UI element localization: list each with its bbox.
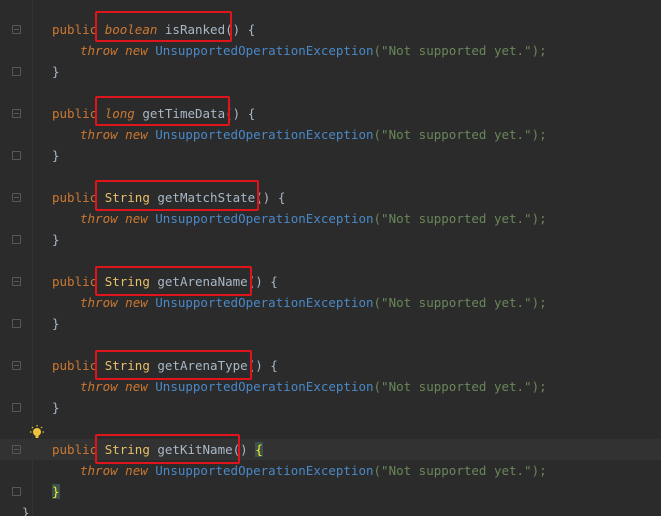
close-brace: } [52, 484, 60, 499]
method-parens: () [232, 442, 248, 457]
exception-class: UnsupportedOperationException [155, 127, 374, 142]
throw-keyword: throw [80, 43, 118, 58]
modifier-keyword: public [52, 22, 98, 37]
exception-message: ("Not supported yet."); [373, 295, 547, 310]
modifier-keyword: public [52, 358, 98, 373]
open-brace: { [247, 22, 256, 37]
method-name: getTimeData [142, 106, 226, 121]
fold-marker-icon[interactable] [12, 193, 21, 202]
return-type: long [104, 106, 135, 121]
exception-message: ("Not supported yet."); [373, 43, 547, 58]
return-type: String [104, 274, 150, 289]
fold-marker-icon[interactable] [12, 445, 21, 454]
method-body-line[interactable]: throw new UnsupportedOperationException(… [80, 376, 547, 397]
fold-marker-icon[interactable] [12, 235, 21, 244]
exception-class: UnsupportedOperationException [155, 211, 374, 226]
modifier-keyword: public [52, 190, 98, 205]
open-brace: { [270, 274, 278, 289]
close-brace: } [52, 400, 60, 415]
method-parens: () [247, 274, 263, 289]
method-signature-getArenaName[interactable]: public String getArenaName() { [52, 271, 278, 292]
method-signature-getTimeData[interactable]: public long getTimeData() { [52, 103, 255, 124]
fold-marker-icon[interactable] [12, 361, 21, 370]
new-keyword: new [125, 127, 148, 142]
code-editor[interactable]: public boolean isRanked() { throw new Un… [0, 0, 661, 516]
method-signature-getArenaType[interactable]: public String getArenaType() { [52, 355, 278, 376]
throw-keyword: throw [80, 211, 118, 226]
fold-marker-icon[interactable] [12, 67, 21, 76]
method-name: getArenaType [157, 358, 248, 373]
exception-class: UnsupportedOperationException [155, 463, 374, 478]
exception-class: UnsupportedOperationException [155, 295, 374, 310]
lightbulb-icon[interactable] [29, 425, 45, 441]
return-type: boolean [104, 22, 158, 37]
fold-marker-icon[interactable] [12, 487, 21, 496]
throw-keyword: throw [80, 379, 118, 394]
fold-marker-icon[interactable] [12, 25, 21, 34]
exception-message: ("Not supported yet."); [373, 211, 547, 226]
open-brace: { [247, 106, 256, 121]
new-keyword: new [125, 463, 148, 478]
method-signature-getKitName[interactable]: public String getKitName() { [52, 439, 263, 460]
close-brace: } [52, 232, 60, 247]
open-brace: { [277, 190, 286, 205]
fold-marker-icon[interactable] [12, 403, 21, 412]
method-close-line[interactable]: } [52, 61, 60, 82]
method-close-line[interactable]: } [52, 481, 60, 502]
modifier-keyword: public [52, 106, 98, 121]
exception-message: ("Not supported yet."); [373, 463, 547, 478]
return-type: String [104, 358, 150, 373]
method-name: getMatchState [157, 190, 256, 205]
method-body-line[interactable]: throw new UnsupportedOperationException(… [80, 208, 547, 229]
open-brace: { [270, 358, 278, 373]
method-parens: () [225, 22, 241, 37]
close-brace: } [52, 316, 60, 331]
method-close-line[interactable]: } [52, 229, 60, 250]
exception-class: UnsupportedOperationException [155, 43, 374, 58]
method-body-line[interactable]: throw new UnsupportedOperationException(… [80, 40, 547, 61]
close-brace: } [52, 64, 60, 79]
method-close-line[interactable]: } [52, 313, 60, 334]
method-body-line[interactable]: throw new UnsupportedOperationException(… [80, 460, 547, 481]
class-close-line[interactable]: } [22, 502, 30, 516]
method-signature-isRanked[interactable]: public boolean isRanked() { [52, 19, 255, 40]
method-close-line[interactable]: } [52, 397, 60, 418]
exception-message: ("Not supported yet."); [373, 379, 547, 394]
new-keyword: new [125, 211, 148, 226]
close-brace: } [52, 148, 60, 163]
method-body-line[interactable]: throw new UnsupportedOperationException(… [80, 292, 547, 313]
new-keyword: new [125, 43, 148, 58]
new-keyword: new [125, 295, 148, 310]
fold-marker-icon[interactable] [12, 277, 21, 286]
method-close-line[interactable]: } [52, 145, 60, 166]
throw-keyword: throw [80, 463, 118, 478]
method-name: isRanked [164, 22, 226, 37]
open-brace: { [255, 442, 263, 457]
method-parens: () [247, 358, 263, 373]
return-type: String [104, 190, 150, 205]
new-keyword: new [125, 379, 148, 394]
method-name: getKitName [157, 442, 233, 457]
method-parens: () [255, 190, 271, 205]
modifier-keyword: public [52, 442, 98, 457]
exception-class: UnsupportedOperationException [155, 379, 374, 394]
fold-marker-icon[interactable] [12, 151, 21, 160]
modifier-keyword: public [52, 274, 98, 289]
throw-keyword: throw [80, 295, 118, 310]
method-body-line[interactable]: throw new UnsupportedOperationException(… [80, 124, 547, 145]
exception-message: ("Not supported yet."); [373, 127, 547, 142]
return-type: String [104, 442, 150, 457]
fold-marker-icon[interactable] [12, 109, 21, 118]
method-name: getArenaName [157, 274, 248, 289]
throw-keyword: throw [80, 127, 118, 142]
method-signature-getMatchState[interactable]: public String getMatchState() { [52, 187, 285, 208]
fold-marker-icon[interactable] [12, 319, 21, 328]
method-parens: () [225, 106, 241, 121]
class-close-brace: } [22, 505, 30, 516]
